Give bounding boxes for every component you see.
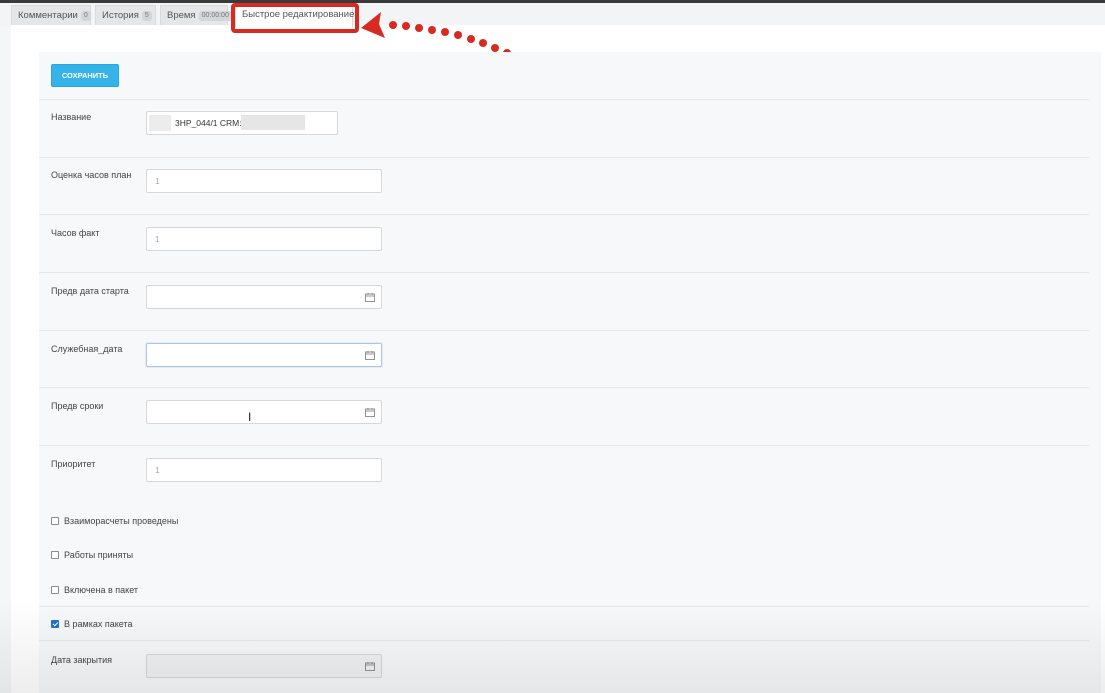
calendar-icon[interactable] [365,351,375,360]
included-in-package-checkbox[interactable] [51,586,59,594]
pre-start-date-input[interactable] [146,285,382,309]
calendar-icon[interactable] [365,293,375,302]
name-label: Название [51,112,92,122]
tab-time-label: Время [167,10,196,21]
service-date-label: Служебная_дата [51,344,123,354]
close-date-input[interactable] [146,654,382,678]
pre-start-date-label: Предв дата старта [51,286,129,296]
priority-input[interactable]: 1 [146,458,382,482]
redacted-suffix [241,115,305,130]
divider [39,99,1089,100]
close-date-label: Дата закрытия [51,655,112,665]
calendar-icon[interactable] [365,408,375,417]
tab-history-badge: 5 [141,11,152,21]
tab-history-label: История [102,10,139,21]
divider [39,387,1089,388]
divider [39,272,1089,273]
name-value: 3HP_044/1 CRM: [175,118,242,128]
divider [39,157,1089,158]
quick-edit-panel [39,52,1101,693]
divider [39,640,1089,641]
annotation-highlight-box [231,3,359,33]
actual-hours-label: Часов факт [51,228,100,238]
tab-history[interactable]: История 5 [95,5,156,25]
estimate-hours-input[interactable]: 1 [146,169,382,193]
tab-comments-label: Комментарии [18,10,78,21]
mutual-settlements-checkbox[interactable] [51,517,59,525]
calendar-icon[interactable] [365,662,375,671]
within-package-label: В рамках пакета [64,619,133,629]
text-cursor-icon: I [248,410,252,424]
tab-time-badge: 00:00:00 [198,11,232,21]
save-button[interactable]: СОХРАНИТЬ [51,64,119,87]
divider [39,606,1089,607]
priority-label: Приоритет [51,459,96,469]
name-input[interactable]: 3HP_044/1 CRM: [146,111,338,135]
divider [39,445,1089,446]
service-date-input[interactable] [146,343,382,367]
pre-terms-label: Предв сроки [51,401,104,411]
within-package-checkbox[interactable] [51,620,59,628]
estimate-hours-label: Оценка часов план [51,170,132,180]
divider [39,330,1089,331]
tab-time[interactable]: Время 00:00:00 [160,5,232,25]
included-in-package-label: Включена в пакет [64,585,139,595]
tab-comments-badge: 0 [80,11,91,21]
work-accepted-checkbox[interactable] [51,551,59,559]
actual-hours-input[interactable]: 1 [146,227,382,251]
tab-comments[interactable]: Комментарии 0 [11,5,91,25]
divider [39,214,1089,215]
mutual-settlements-label: Взаиморасчеты проведены [64,516,179,526]
work-accepted-label: Работы приняты [64,550,134,560]
redacted-prefix [149,115,171,131]
pre-terms-input[interactable] [146,400,382,424]
left-edge [0,25,11,693]
